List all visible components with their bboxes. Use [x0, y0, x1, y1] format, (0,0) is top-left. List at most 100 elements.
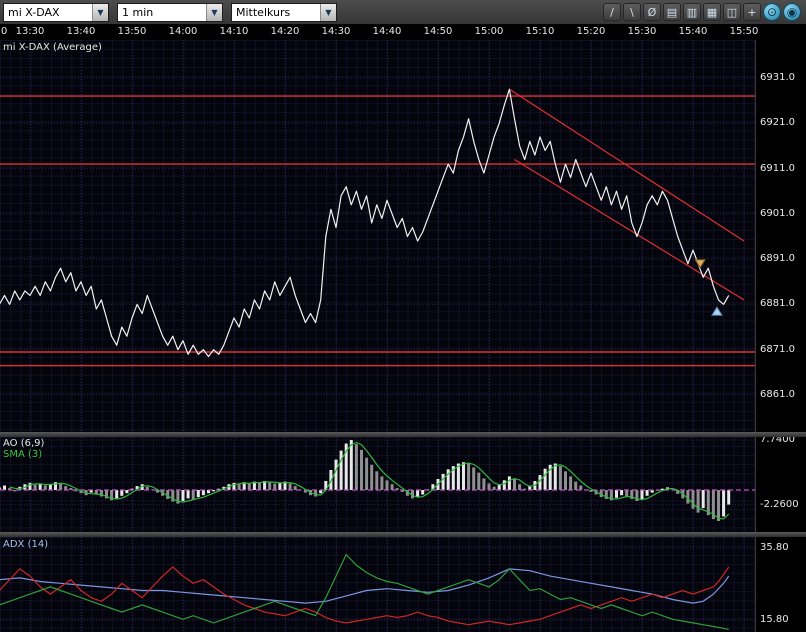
scale-label: 6901.0 — [760, 208, 795, 219]
price-chart[interactable] — [0, 40, 755, 432]
panel-splitter[interactable] — [0, 532, 806, 537]
time-axis-label: 15:10 — [526, 26, 555, 37]
chevron-down-icon[interactable]: ▼ — [320, 4, 336, 21]
ao-bar — [69, 488, 72, 490]
ao-bar — [314, 490, 317, 497]
trading-chart-app: mi X-DAX ▼ 1 min ▼ Mittelkurs ▼ /\Ø▤▥▦◫+… — [0, 0, 806, 632]
ao-bar — [513, 479, 516, 490]
ao-bar — [182, 490, 185, 501]
ao-bar — [702, 490, 705, 508]
ao-bar — [615, 490, 618, 498]
ao-bar — [574, 482, 577, 490]
instrument-value: mi X-DAX — [4, 4, 92, 21]
price-type-value: Mittelkurs — [232, 4, 320, 21]
panel-splitter[interactable] — [0, 432, 806, 437]
ao-bar — [248, 484, 251, 491]
ao-bar — [692, 490, 695, 509]
time-axis-label: 14:40 — [373, 26, 402, 37]
time-axis-label: 15:30 — [628, 26, 657, 37]
adx-indicator-panel[interactable] — [0, 537, 755, 632]
price-line — [0, 89, 729, 356]
ao-bar — [539, 475, 542, 490]
time-axis[interactable]: 013:3013:4013:5014:0014:1014:2014:3014:4… — [0, 24, 806, 40]
ao-bar — [722, 490, 725, 517]
ao-bar — [625, 490, 628, 497]
adx-legend: ADX (14) — [3, 539, 48, 550]
ao-bar — [13, 490, 16, 491]
chevron-down-icon[interactable]: ▼ — [92, 4, 108, 21]
ao-bar — [187, 490, 190, 498]
chevron-down-icon[interactable]: ▼ — [206, 4, 222, 21]
ao-bar — [579, 486, 582, 491]
time-axis-label: 14:30 — [322, 26, 351, 37]
trend-channel-line — [515, 160, 745, 300]
ao-indicator-panel[interactable] — [0, 437, 755, 532]
ao-bar — [488, 484, 491, 491]
crosshair-icon[interactable]: + — [743, 3, 761, 21]
time-axis-label: 0 — [1, 26, 7, 37]
average-icon[interactable]: Ø — [643, 3, 661, 21]
ao-bar — [197, 490, 200, 497]
ao-chart[interactable] — [0, 437, 755, 532]
time-axis-label: 13:30 — [16, 26, 45, 37]
grid-cells-icon[interactable]: ▦ — [703, 3, 721, 21]
ao-bar — [518, 484, 521, 490]
ao-bar — [192, 490, 195, 500]
grid-columns-icon[interactable]: ▤ — [663, 3, 681, 21]
ao-bar — [416, 490, 419, 497]
adx-chart[interactable] — [0, 537, 755, 632]
time-axis-label: 15:50 — [730, 26, 759, 37]
interval-select[interactable]: 1 min ▼ — [117, 3, 223, 22]
panel-layout-icon[interactable]: ◫ — [723, 3, 741, 21]
chart-legend: mi X-DAX (Average) — [3, 42, 102, 53]
up-arrow-marker-icon — [712, 307, 722, 315]
scale-label: 6931.0 — [760, 72, 795, 83]
toolbar: mi X-DAX ▼ 1 min ▼ Mittelkurs ▼ /\Ø▤▥▦◫+… — [0, 0, 806, 24]
scale-label: 6881.0 — [760, 298, 795, 309]
price-type-select[interactable]: Mittelkurs ▼ — [231, 3, 337, 22]
time-axis-label: 13:40 — [67, 26, 96, 37]
ao-bar — [686, 490, 689, 504]
ao-bar — [268, 482, 271, 490]
interval-value: 1 min — [118, 4, 206, 21]
time-axis-label: 15:40 — [679, 26, 708, 37]
ao-bar — [365, 458, 368, 490]
ao-bar — [482, 478, 485, 490]
scale-label: 6861.0 — [760, 389, 795, 400]
trendline-icon[interactable]: \ — [623, 3, 641, 21]
ao-bar — [258, 483, 261, 490]
ao-bar — [49, 484, 52, 490]
instrument-select[interactable]: mi X-DAX ▼ — [3, 3, 109, 22]
ao-bar — [335, 460, 338, 490]
scale-label: 35.80 — [760, 542, 789, 553]
ao-legend: AO (6,9) — [3, 438, 44, 449]
ao-bar — [477, 473, 480, 490]
ao-bar — [462, 462, 465, 490]
time-axis-label: 14:50 — [424, 26, 453, 37]
ao-bar — [641, 490, 644, 499]
ao-bar — [289, 484, 292, 491]
clock-icon[interactable]: ⊙ — [763, 3, 781, 21]
ao-bar — [717, 490, 720, 521]
ao-bar — [44, 486, 47, 491]
pencil-icon[interactable]: / — [603, 3, 621, 21]
price-chart-panel[interactable] — [0, 40, 755, 432]
time-axis-label: 14:00 — [169, 26, 198, 37]
down-arrow-marker-icon — [695, 260, 705, 268]
ao-bar — [375, 471, 378, 490]
scale-label: 15.80 — [760, 614, 789, 625]
time-axis-label: 15:00 — [475, 26, 504, 37]
ao-bar — [115, 490, 118, 498]
ao-bar — [467, 464, 470, 491]
grid-rows-icon[interactable]: ▥ — [683, 3, 701, 21]
ao-bar — [447, 469, 450, 490]
ao-bar — [120, 490, 123, 496]
ao-bar — [273, 484, 276, 491]
ao-bar — [355, 444, 358, 490]
ao-bar — [278, 483, 281, 490]
price-scale[interactable]: 6931.06921.06911.06901.06891.06881.06871… — [755, 40, 806, 632]
target-icon[interactable]: ◉ — [783, 3, 801, 21]
ao-bar — [350, 440, 353, 490]
ao-bar — [646, 490, 649, 496]
ao-bar — [564, 471, 567, 490]
